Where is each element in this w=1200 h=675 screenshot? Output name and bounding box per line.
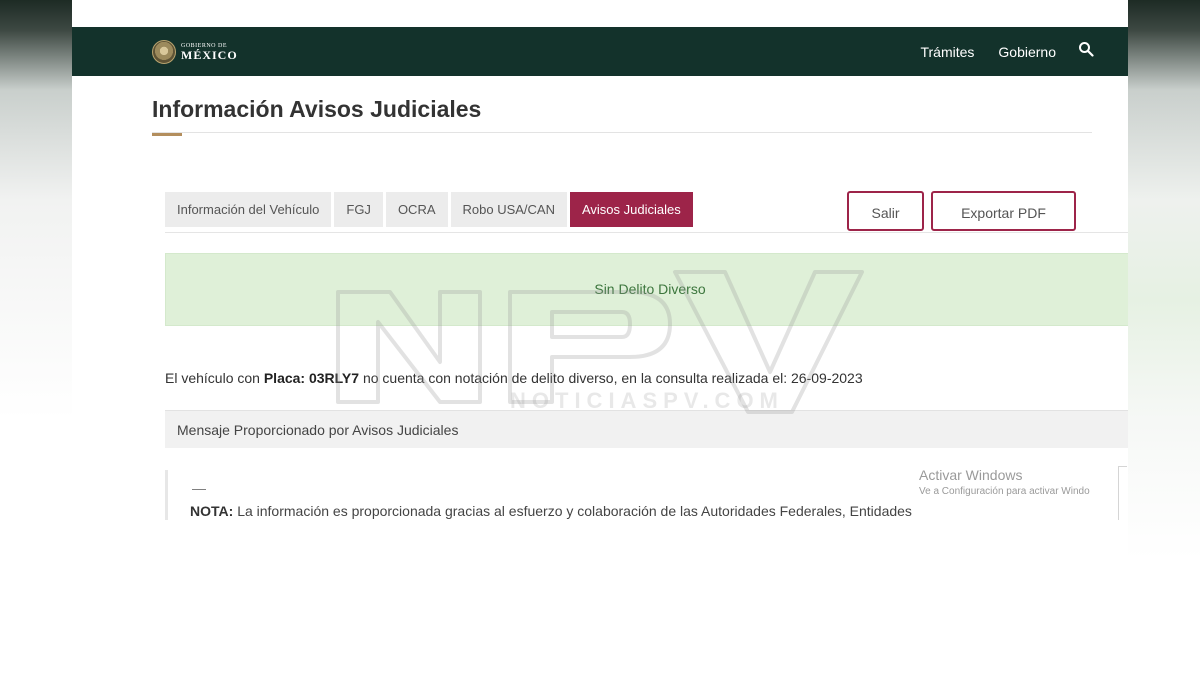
watermark-text: NOTICIASPV.COM (510, 388, 784, 413)
page-title: Información Avisos Judiciales (152, 96, 482, 122)
gov-header: GOBIERNO DE MÉXICO Trámites Gobierno (72, 27, 1128, 76)
tab-ocra[interactable]: OCRA (385, 192, 448, 227)
activate-windows-title: Activar Windows (919, 467, 1023, 483)
national-seal-icon (152, 40, 176, 64)
plate-value: 03RLY7 (308, 370, 360, 386)
main-nav: Trámites Gobierno (896, 27, 1094, 76)
nav-link-gobierno[interactable]: Gobierno (998, 44, 1056, 60)
panel-heading: Mensaje Proporcionado por Avisos Judicia… (165, 410, 1128, 448)
page: GOBIERNO DE MÉXICO Trámites Gobierno Inf… (72, 0, 1128, 520)
plate-label: Placa: (263, 370, 306, 386)
tab-robo-usa-can[interactable]: Robo USA/CAN (450, 192, 567, 227)
note-dash: — (192, 480, 206, 496)
activate-windows-overlay: Activar Windows Ve a Configuración para … (919, 467, 1090, 497)
note-text: La información es proporcionada gracias … (237, 503, 912, 519)
result-suffix: no cuenta con notación de delito diverso… (362, 370, 863, 386)
result-prefix: El vehículo con (165, 370, 260, 386)
title-accent-bar (152, 133, 182, 136)
title-divider (152, 132, 1092, 133)
note-label: NOTA: (190, 503, 234, 519)
activate-windows-subtitle: Ve a Configuración para activar Windo (919, 486, 1090, 497)
tab-avisos-judiciales[interactable]: Avisos Judiciales (569, 192, 693, 227)
result-sentence: El vehículo con Placa: 03RLY7 no cuenta … (165, 370, 863, 386)
status-alert: Sin Delito Diverso (165, 253, 1128, 326)
note-paragraph: NOTA: La información es proporcionada gr… (190, 503, 912, 519)
tabs-divider (165, 232, 1128, 233)
export-pdf-button[interactable]: Exportar PDF (931, 191, 1076, 231)
search-icon[interactable] (1078, 41, 1094, 57)
logo-text: GOBIERNO DE MÉXICO (181, 43, 238, 61)
overlay-frame (1118, 466, 1127, 520)
tab-informacion-vehiculo[interactable]: Información del Vehículo (165, 192, 332, 227)
exit-button[interactable]: Salir (847, 191, 924, 231)
gobierno-de-mexico-logo[interactable]: GOBIERNO DE MÉXICO (152, 39, 238, 65)
tab-bar: Información del Vehículo FGJ OCRA Robo U… (165, 192, 696, 227)
screen-edge-right (1128, 0, 1200, 675)
tab-fgj[interactable]: FGJ (334, 192, 383, 227)
logo-big-text: MÉXICO (181, 48, 238, 62)
screen-edge-left (0, 0, 72, 675)
nav-link-tramites[interactable]: Trámites (920, 44, 974, 60)
